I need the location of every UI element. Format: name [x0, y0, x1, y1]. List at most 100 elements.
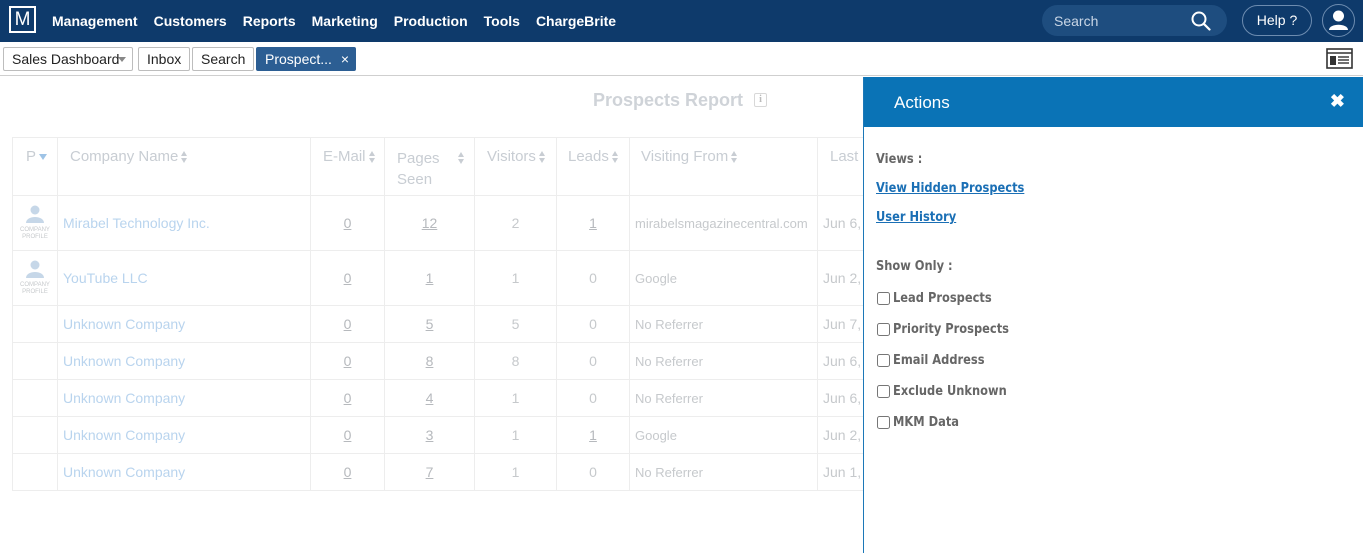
priority-prospects-checkbox[interactable] — [877, 322, 890, 336]
visiting-from-cell: No Referrer — [629, 379, 818, 417]
company-name-link[interactable]: Unknown Company — [58, 316, 185, 332]
company-name-link[interactable]: Unknown Company — [58, 390, 185, 406]
col-header-email[interactable]: E-Mail — [310, 137, 385, 196]
company-profile-icon[interactable]: COMPANY PROFILE — [17, 259, 53, 295]
pages-seen-link[interactable]: 4 — [426, 390, 434, 406]
mkm-data-checkbox[interactable] — [877, 415, 890, 429]
col-header-label: P — [26, 148, 37, 165]
pages-seen-link[interactable]: 8 — [426, 353, 434, 369]
sort-desc-icon — [39, 154, 48, 161]
email-count-link[interactable]: 0 — [344, 215, 352, 231]
table-row[interactable]: Unknown Company 0 5 5 0 No Referrer Jun 7, — [12, 305, 865, 343]
col-header-visitors[interactable]: Visitors — [474, 137, 557, 196]
col-header-label: Leads — [568, 148, 609, 165]
email-count-link[interactable]: 0 — [344, 464, 352, 480]
filter-priority-prospects[interactable]: Priority Prospects — [877, 321, 1025, 337]
email-count-link[interactable]: 0 — [344, 270, 352, 286]
email-cell: 0 — [310, 416, 385, 454]
table-row[interactable]: Unknown Company 0 4 1 0 No Referrer Jun 6, — [12, 379, 865, 417]
filter-email-address[interactable]: Email Address — [877, 352, 997, 368]
tab-prospects[interactable]: Prospect... × — [256, 47, 356, 71]
leads-value: 0 — [589, 353, 597, 369]
actions-panel-title: Actions — [894, 93, 950, 112]
pages-cell: 7 — [384, 453, 475, 491]
leads-link[interactable]: 1 — [589, 215, 597, 231]
profile-cell — [12, 342, 58, 380]
col-header-pages-seen[interactable]: Pages Seen — [384, 137, 475, 196]
col-header-label: E-Mail — [323, 148, 366, 165]
table-row[interactable]: Unknown Company 0 3 1 1 Google Jun 2, — [12, 416, 865, 454]
pages-seen-link[interactable]: 3 — [426, 427, 434, 443]
col-header-profile[interactable]: P — [12, 137, 58, 196]
nav-reports[interactable]: Reports — [243, 13, 296, 29]
table-row[interactable]: COMPANY PROFILE Mirabel Technology Inc. 0 12… — [12, 195, 865, 251]
view-hidden-prospects-link[interactable]: View Hidden Prospects — [876, 181, 1024, 196]
filter-lead-prospects[interactable]: Lead Prospects — [877, 290, 1005, 306]
pages-cell: 3 — [384, 416, 475, 454]
global-search-input[interactable] — [1054, 11, 1184, 30]
leads-link[interactable]: 1 — [589, 427, 597, 443]
prospects-table-body: COMPANY PROFILE Mirabel Technology Inc. 0 12… — [12, 195, 865, 491]
app-logo[interactable]: M — [9, 6, 36, 33]
email-count-link[interactable]: 0 — [344, 390, 352, 406]
search-icon[interactable] — [1191, 11, 1211, 31]
email-address-checkbox[interactable] — [877, 353, 890, 367]
filter-mkm-data[interactable]: MKM Data — [877, 414, 968, 430]
nav-chargebrite[interactable]: ChargeBrite — [536, 13, 616, 29]
close-tab-icon[interactable]: × — [341, 48, 349, 70]
company-profile-icon[interactable]: COMPANY PROFILE — [17, 204, 53, 240]
email-count-link[interactable]: 0 — [344, 427, 352, 443]
pages-cell: 5 — [384, 305, 475, 343]
dashboard-select[interactable]: Sales Dashboard — [3, 47, 133, 71]
pages-seen-link[interactable]: 1 — [426, 270, 434, 286]
pages-seen-link[interactable]: 7 — [426, 464, 434, 480]
help-button[interactable]: Help ? — [1242, 5, 1312, 36]
user-history-link[interactable]: User History — [876, 210, 956, 225]
table-row[interactable]: Unknown Company 0 8 8 0 No Referrer Jun 6, — [12, 342, 865, 380]
dashboard-select-label: Sales Dashboard — [12, 51, 120, 67]
close-icon[interactable]: ✖ — [1330, 91, 1345, 112]
col-header-last[interactable]: Last — [817, 137, 865, 196]
nav-tools[interactable]: Tools — [484, 13, 520, 29]
lead-prospects-checkbox[interactable] — [877, 291, 890, 305]
col-header-leads[interactable]: Leads — [556, 137, 630, 196]
layout-toggle-icon[interactable] — [1326, 48, 1353, 69]
email-cell: 0 — [310, 195, 385, 251]
filter-exclude-unknown[interactable]: Exclude Unknown — [877, 383, 1022, 399]
col-header-label: Pages Seen — [397, 150, 440, 188]
email-count-link[interactable]: 0 — [344, 353, 352, 369]
tab-search[interactable]: Search — [192, 47, 255, 71]
info-icon[interactable]: i — [754, 93, 767, 107]
company-name-link[interactable]: YouTube LLC — [58, 270, 148, 286]
leads-value: 0 — [589, 270, 597, 286]
pages-seen-link[interactable]: 12 — [422, 215, 438, 231]
col-header-visiting-from[interactable]: Visiting From — [629, 137, 818, 196]
visitors-value: 5 — [511, 316, 520, 332]
company-name-link[interactable]: Unknown Company — [58, 464, 185, 480]
email-cell: 0 — [310, 453, 385, 491]
email-cell: 0 — [310, 342, 385, 380]
table-header-row: P Company Name E-Mail Pages Seen Visitor… — [12, 137, 865, 196]
company-name-link[interactable]: Unknown Company — [58, 353, 185, 369]
company-cell: Unknown Company — [57, 305, 311, 343]
sort-icon — [731, 151, 738, 164]
table-row[interactable]: Unknown Company 0 7 1 0 No Referrer Jun 1, — [12, 453, 865, 491]
nav-marketing[interactable]: Marketing — [312, 13, 378, 29]
company-cell: Unknown Company — [57, 342, 311, 380]
nav-management[interactable]: Management — [52, 13, 138, 29]
table-row[interactable]: COMPANY PROFILE YouTube LLC 0 1 1 0 Google Jun 2… — [12, 250, 865, 306]
user-menu-button[interactable] — [1322, 4, 1355, 37]
profile-caption-line: COMPANY — [20, 282, 50, 288]
pages-cell: 12 — [384, 195, 475, 251]
email-count-link[interactable]: 0 — [344, 316, 352, 332]
col-header-company[interactable]: Company Name — [57, 137, 311, 196]
profile-cell: COMPANY PROFILE — [12, 195, 58, 251]
exclude-unknown-checkbox[interactable] — [877, 384, 890, 398]
visiting-from-cell: Google — [629, 250, 818, 306]
nav-production[interactable]: Production — [394, 13, 468, 29]
pages-seen-link[interactable]: 5 — [426, 316, 434, 332]
tab-inbox[interactable]: Inbox — [138, 47, 191, 71]
company-name-link[interactable]: Mirabel Technology Inc. — [58, 215, 210, 231]
nav-customers[interactable]: Customers — [154, 13, 227, 29]
company-name-link[interactable]: Unknown Company — [58, 427, 185, 443]
